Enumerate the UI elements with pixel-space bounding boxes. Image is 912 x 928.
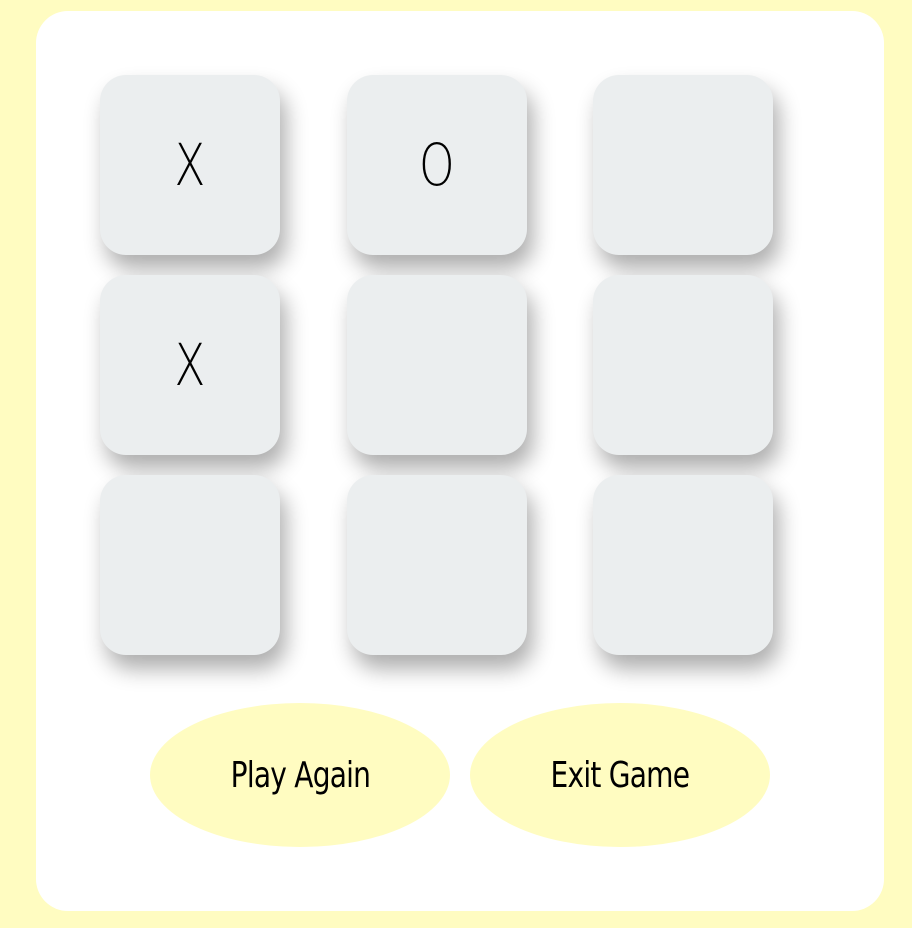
exit-game-button[interactable]: Exit Game <box>470 703 770 847</box>
cell-7[interactable] <box>100 475 280 655</box>
game-board: X O X <box>100 75 773 655</box>
cell-2[interactable]: O <box>347 75 527 255</box>
cell-5[interactable] <box>347 275 527 455</box>
cell-1-mark: X <box>174 131 206 199</box>
cell-1[interactable]: X <box>100 75 280 255</box>
cell-8[interactable] <box>347 475 527 655</box>
cell-4-mark: X <box>174 331 206 399</box>
play-again-label: Play Again <box>230 754 370 796</box>
game-panel: X O X Play Again Exit Game <box>36 11 884 911</box>
cell-9[interactable] <box>593 475 773 655</box>
cell-4[interactable]: X <box>100 275 280 455</box>
play-again-button[interactable]: Play Again <box>150 703 450 847</box>
cell-3[interactable] <box>593 75 773 255</box>
cell-2-mark: O <box>419 131 455 199</box>
cell-6[interactable] <box>593 275 773 455</box>
exit-game-label: Exit Game <box>550 754 690 796</box>
